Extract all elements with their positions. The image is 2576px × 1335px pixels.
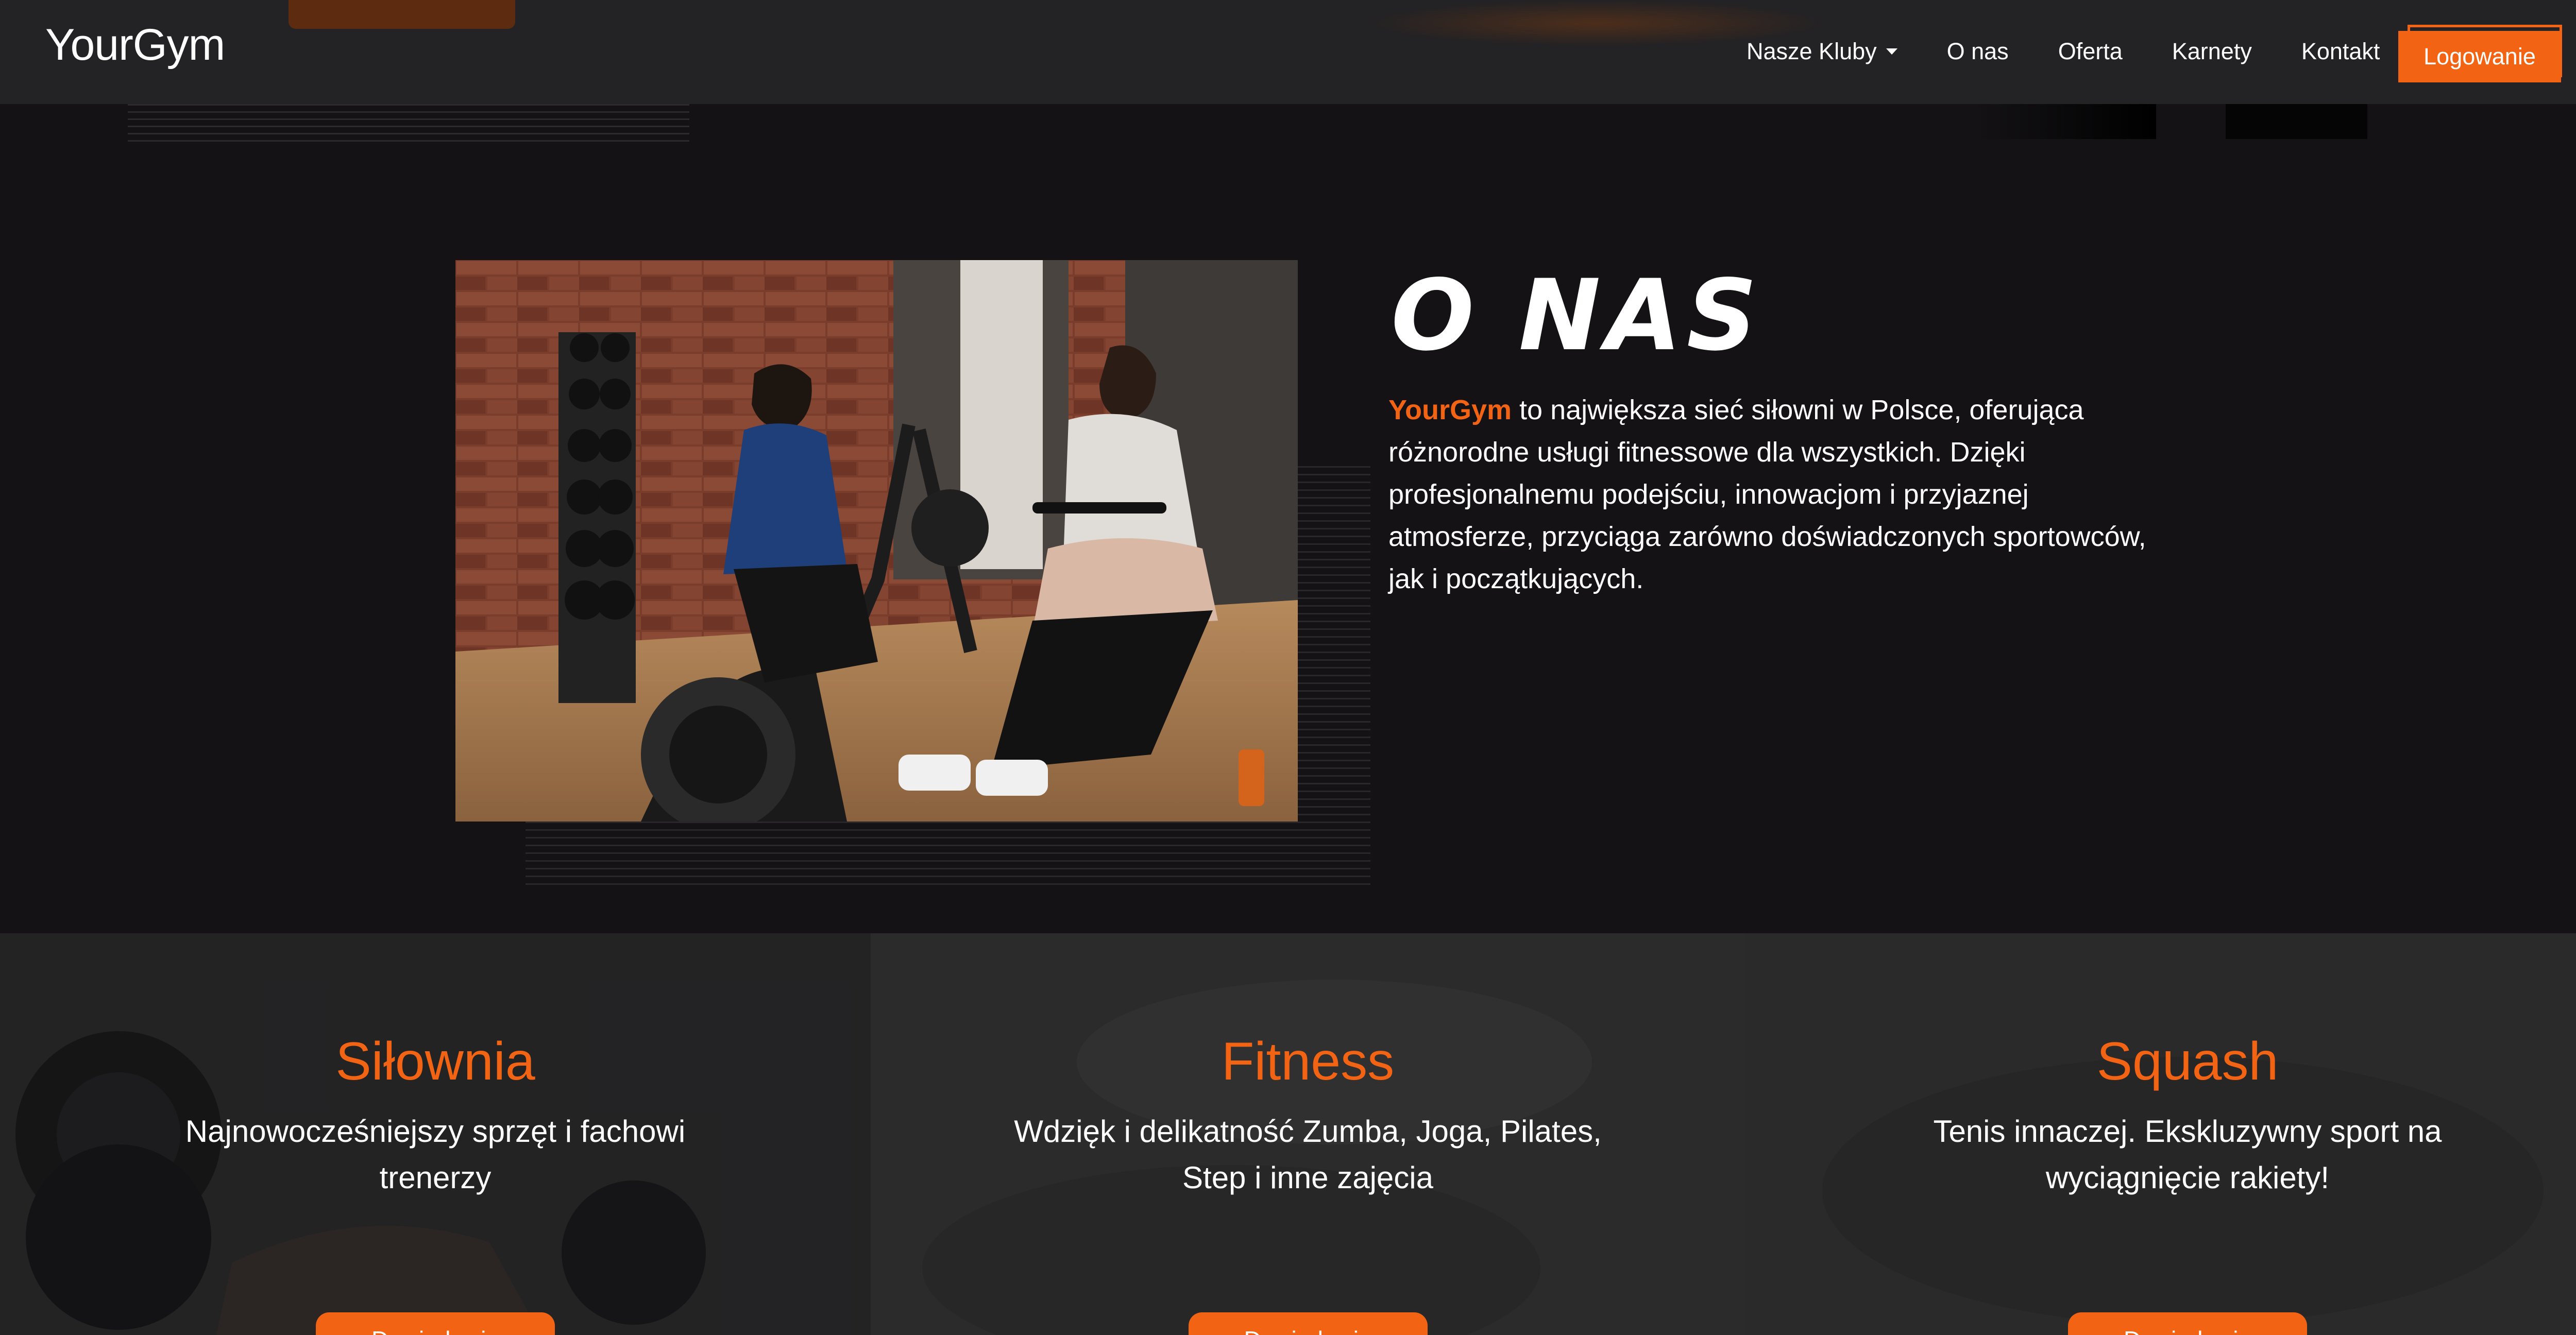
login-button[interactable]: Logowanie (2398, 31, 2561, 82)
service-title: Siłownia (335, 1032, 535, 1091)
learn-more-button[interactable]: Dowiedz się (1188, 1312, 1428, 1335)
service-card-squash: Squash Tenis innaczej. Ekskluzywny sport… (1745, 933, 2576, 1335)
nav-item-label: Nasze Kluby (1747, 38, 1877, 64)
service-title: Fitness (1221, 1032, 1395, 1091)
service-title: Squash (2096, 1032, 2279, 1091)
login-button-wrapper: Logowanie (2398, 25, 2563, 82)
service-description: Najnowocześniejszy sprzęt i fachowi tren… (185, 1114, 686, 1195)
about-title: O NAS (1391, 259, 1762, 372)
nav-item-oferta[interactable]: Oferta (2058, 38, 2123, 65)
hero-image-edge (2226, 104, 2367, 139)
about-photo (455, 260, 1298, 821)
caret-down-icon (1886, 48, 1897, 55)
brand-logo[interactable]: YourGym (45, 20, 225, 71)
hero-image-edge (1973, 104, 2156, 139)
navbar: YourGym Nasze Kluby O nas Oferta Karnety… (0, 0, 2576, 104)
nav-item-karnety[interactable]: Karnety (2172, 38, 2252, 65)
nav-item-nasze-kluby[interactable]: Nasze Kluby (1747, 38, 1897, 65)
learn-more-button[interactable]: Dowiedz się (2068, 1312, 2307, 1335)
about-description: YourGym to największa sieć siłowni w Pol… (1388, 389, 2161, 600)
service-description: Wdzięk i delikatność Zumba, Joga, Pilate… (1014, 1114, 1602, 1195)
nav-item-o-nas[interactable]: O nas (1947, 38, 2009, 65)
service-description: Tenis innaczej. Ekskluzywny sport na wyc… (1933, 1114, 2442, 1195)
service-card-silownia: Siłownia Najnowocześniejszy sprzęt i fac… (0, 933, 871, 1335)
gym-training-photo (455, 260, 1298, 821)
navbar-decoration (289, 0, 515, 29)
service-card-fitness: Fitness Wdzięk i delikatność Zumba, Joga… (871, 933, 1745, 1335)
learn-more-button[interactable]: Dowiedz się (316, 1312, 555, 1335)
nav-item-kontakt[interactable]: Kontakt (2301, 38, 2380, 65)
about-brand-highlight: YourGym (1388, 395, 1512, 425)
services-section: Siłownia Najnowocześniejszy sprzęt i fac… (0, 933, 2576, 1335)
nav-links: Nasze Kluby O nas Oferta Karnety Kontakt (1747, 33, 2429, 70)
wave-decoration (128, 104, 689, 147)
